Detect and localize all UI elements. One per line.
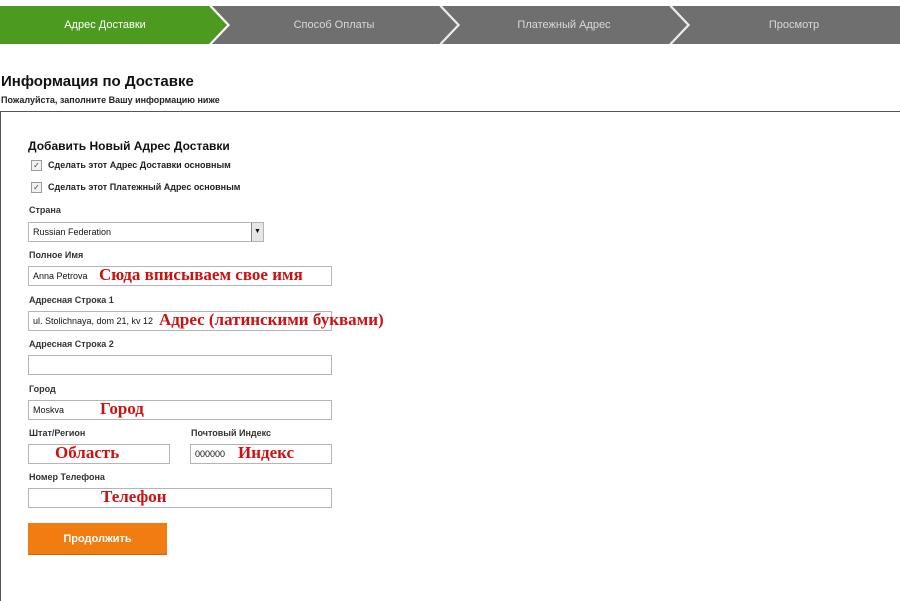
chevron-down-icon[interactable]: ▼ (251, 223, 263, 241)
checkout-steps: Адрес Доставки Способ Оплаты Платежный А… (0, 6, 900, 44)
annotation-phone: Телефон (101, 487, 167, 506)
page-subtitle: Пожалуйста, заполните Вашу информацию ни… (1, 95, 220, 105)
default-shipping-checkbox[interactable]: ✓ (31, 159, 42, 171)
address2-label: Адресная Строка 2 (29, 339, 114, 349)
postcode-label: Почтовый Индекс (191, 428, 272, 438)
state-label: Штат/Регион (29, 428, 86, 438)
step-review[interactable]: Просмотр (688, 6, 900, 44)
default-billing-option[interactable]: ✓ Сделать этот Платежный Адрес основным (31, 180, 240, 194)
default-billing-checkbox[interactable]: ✓ (31, 181, 42, 193)
address2-input[interactable] (28, 355, 332, 375)
full-name-label: Полное Имя (29, 250, 84, 260)
default-billing-label: Сделать этот Платежный Адрес основным (48, 182, 241, 192)
section-title: Добавить Новый Адрес Доставки (28, 139, 230, 153)
country-label: Страна (29, 205, 61, 215)
country-select-value: Russian Federation (33, 227, 112, 237)
phone-label: Номер Телефона (29, 472, 105, 482)
annotation-address: Адрес (латинскими буквами) (159, 310, 384, 329)
step-billing-address[interactable]: Платежный Адрес (458, 6, 670, 44)
country-select[interactable]: Russian Federation ▼ (28, 222, 264, 242)
annotation-state: Область (55, 443, 120, 462)
annotation-postcode: Индекс (238, 443, 295, 462)
address1-label: Адресная Строка 1 (29, 295, 114, 305)
annotation-name: Сюда вписываем свое имя (99, 265, 303, 284)
page-title: Информация по Доставке (1, 73, 194, 90)
annotation-city: Город (100, 399, 144, 418)
default-shipping-option[interactable]: ✓ Сделать этот Адрес Доставки основным (31, 158, 231, 172)
step-shipping-address[interactable]: Адрес Доставки (0, 6, 210, 44)
step-payment-method[interactable]: Способ Оплаты (228, 6, 440, 44)
continue-button[interactable]: Продолжить (28, 523, 167, 555)
default-shipping-label: Сделать этот Адрес Доставки основным (48, 160, 231, 170)
phone-input[interactable] (28, 488, 332, 508)
city-input[interactable]: Moskva (28, 400, 332, 420)
city-label: Город (29, 384, 56, 394)
